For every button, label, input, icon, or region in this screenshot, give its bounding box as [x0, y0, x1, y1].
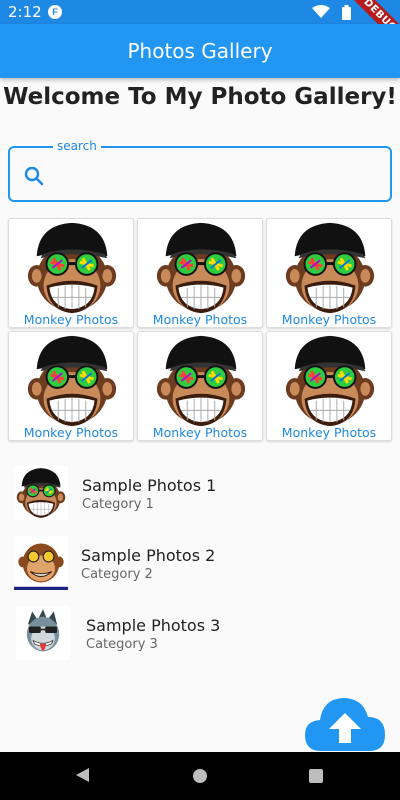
monkey-glasses-icon	[14, 536, 68, 590]
grid-card-label: Monkey Photos	[152, 312, 248, 327]
list-item[interactable]: Sample Photos 2 Category 2	[0, 528, 400, 598]
battery-icon	[342, 5, 351, 20]
navigation-bar	[0, 752, 400, 800]
welcome-heading: Welcome To My Photo Gallery!	[3, 84, 397, 110]
status-bar: 2:12 F DEBUG	[0, 0, 400, 55]
search-field[interactable]: search	[8, 139, 392, 202]
monkey-icon	[155, 221, 247, 315]
search-input[interactable]	[58, 158, 378, 190]
back-icon[interactable]	[74, 767, 90, 783]
grid-card-label: Monkey Photos	[152, 425, 248, 440]
list-item-subtitle: Category 3	[86, 637, 158, 652]
wifi-icon	[312, 5, 330, 18]
monkey-icon	[26, 221, 118, 315]
recents-icon[interactable]	[309, 769, 323, 783]
grid-card-monkey-photos[interactable]: Monkey Photos	[137, 331, 263, 441]
monkey-icon	[284, 334, 376, 428]
monkey-icon	[26, 334, 118, 428]
list-item[interactable]: Sample Photos 1 Category 1	[0, 458, 400, 528]
list-item-title: Sample Photos 2	[81, 546, 216, 565]
grid-card-monkey-photos[interactable]: Monkey Photos	[8, 331, 134, 441]
grid-card-monkey-photos[interactable]: Monkey Photos	[137, 218, 263, 328]
list-item-title: Sample Photos 1	[82, 476, 217, 495]
status-time: 2:12	[8, 3, 42, 21]
home-icon[interactable]	[193, 769, 207, 783]
photo-grid: Monkey Photos Monkey Photos Monkey Photo…	[8, 218, 392, 441]
list-item-subtitle: Category 1	[82, 497, 154, 512]
grid-card-label: Monkey Photos	[23, 425, 119, 440]
app-bar-title: Photos Gallery	[127, 39, 273, 63]
list-item[interactable]: Sample Photos 3 Category 3	[0, 598, 400, 668]
search-label: search	[53, 139, 101, 153]
monkey-tongue-icon	[16, 606, 70, 660]
app-screen: 2:12 F DEBUG Photos Gallery Welcome To M…	[0, 0, 400, 800]
monkey-cap-icon	[14, 466, 68, 520]
grid-card-monkey-photos[interactable]: Monkey Photos	[266, 218, 392, 328]
grid-card-label: Monkey Photos	[281, 312, 377, 327]
monkey-icon	[155, 334, 247, 428]
cloud-upload-icon	[305, 698, 385, 751]
list-item-subtitle: Category 2	[81, 567, 153, 582]
search-icon	[24, 166, 44, 186]
grid-card-monkey-photos[interactable]: Monkey Photos	[266, 331, 392, 441]
grid-card-monkey-photos[interactable]: Monkey Photos	[8, 218, 134, 328]
grid-card-label: Monkey Photos	[281, 425, 377, 440]
grid-card-label: Monkey Photos	[23, 312, 119, 327]
monkey-icon	[284, 221, 376, 315]
app-bar: Photos Gallery	[0, 24, 400, 78]
flutter-notification-icon: F	[48, 5, 62, 19]
upload-button[interactable]	[305, 695, 385, 753]
list-item-title: Sample Photos 3	[86, 616, 221, 635]
